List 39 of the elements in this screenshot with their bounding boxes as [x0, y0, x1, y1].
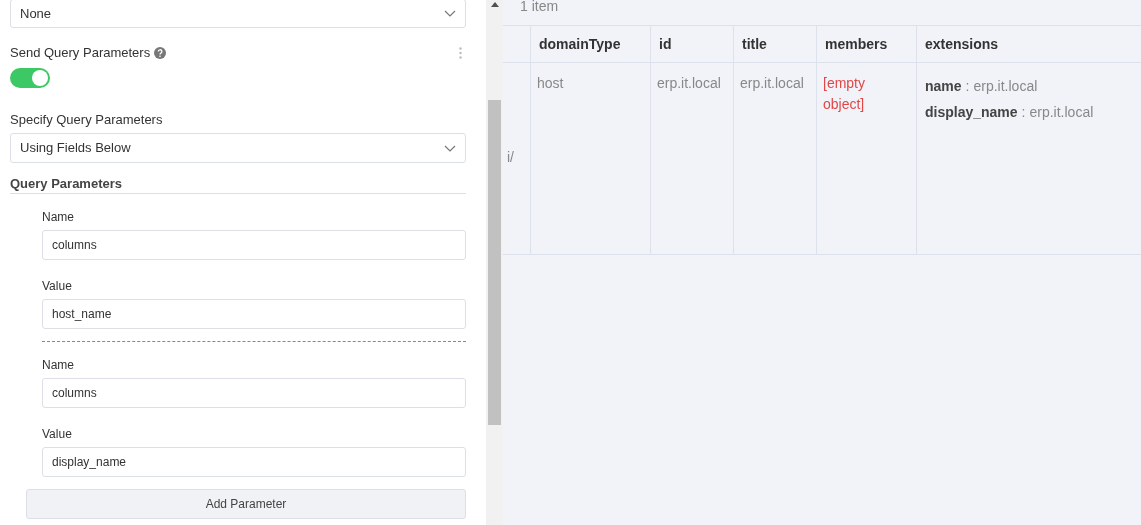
more-options-icon[interactable]: [459, 47, 462, 59]
add-parameter-button[interactable]: Add Parameter: [26, 489, 466, 519]
field-key: display_name: [925, 99, 1018, 125]
scrollbar[interactable]: [486, 0, 503, 525]
field-value: erp.it.local: [973, 77, 1038, 96]
column-header: title: [734, 26, 817, 62]
field-label: Send Query Parameters: [10, 44, 151, 63]
auth-select[interactable]: None: [10, 0, 466, 28]
field-value: erp.it.local: [1029, 103, 1094, 122]
field-label: Specify Query Parameters: [10, 111, 164, 128]
field-key: name: [925, 73, 962, 99]
separator: :: [965, 77, 970, 96]
table-cell-text: [empty object]: [823, 74, 866, 114]
table-cell-text: erp.it.local: [740, 74, 805, 93]
table-cell-text: i/: [507, 148, 514, 167]
name-input[interactable]: columns: [42, 230, 466, 260]
field-label: Value: [42, 278, 73, 293]
value-input[interactable]: display_name: [42, 447, 466, 477]
column-header: domainType: [531, 26, 651, 62]
section-title: Query Parameters: [10, 174, 466, 194]
field-label: Value: [42, 426, 73, 441]
separator: :: [1021, 103, 1026, 122]
scrollbar-thumb[interactable]: [488, 100, 501, 425]
column-header: id: [651, 26, 734, 62]
chevron-down-icon: [444, 144, 456, 152]
table-cell-text: erp.it.local: [657, 74, 722, 93]
field-label: Name: [42, 357, 75, 372]
toggle-switch[interactable]: [10, 68, 50, 88]
chevron-down-icon: [444, 10, 456, 17]
name-input[interactable]: columns: [42, 378, 466, 408]
scroll-up-icon[interactable]: [490, 2, 499, 7]
item-count: 1 item: [519, 0, 560, 16]
field-label: Name: [42, 209, 75, 224]
specify-select[interactable]: Using Fields Below: [10, 133, 466, 163]
column-header: members: [817, 26, 917, 62]
value-input[interactable]: host_name: [42, 299, 466, 329]
help-icon[interactable]: [154, 47, 167, 59]
table-cell-text: host: [537, 74, 565, 93]
column-header: extensions: [924, 34, 1000, 54]
